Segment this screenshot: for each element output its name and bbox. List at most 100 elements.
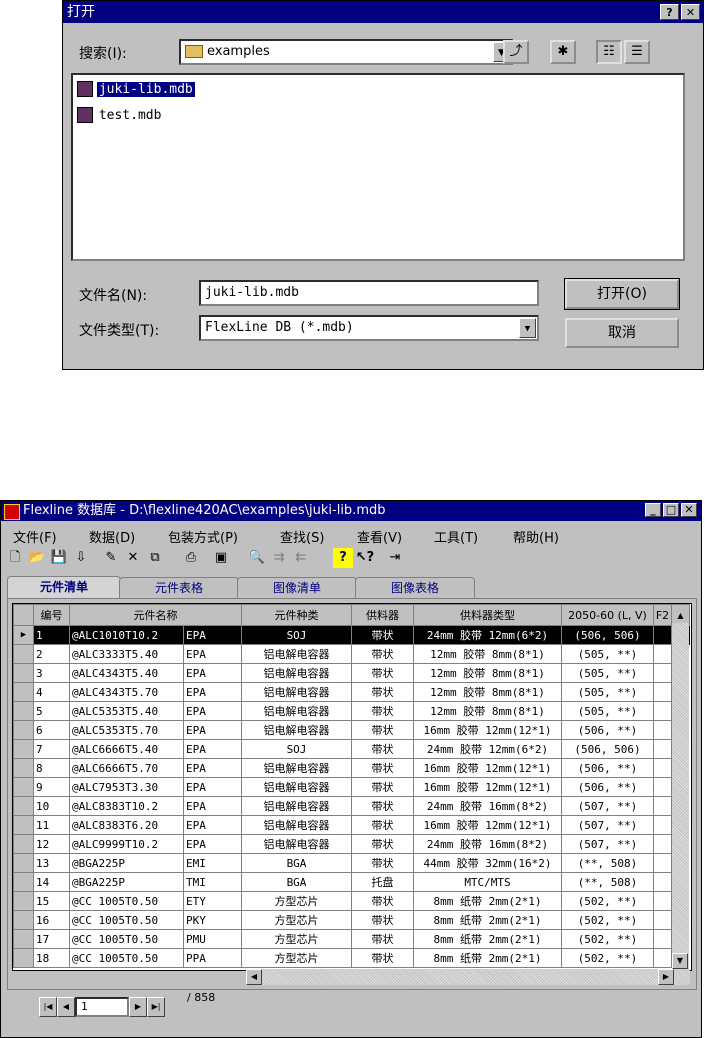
col-2050-60[interactable]: 2050-60 (L, V) [561, 604, 654, 626]
cell-feeder[interactable]: 带状 [351, 644, 414, 664]
cell-type[interactable]: 方型芯片 [241, 929, 352, 949]
col-feeder[interactable]: 供料器 [351, 604, 414, 626]
cell-f2[interactable] [653, 872, 672, 892]
table-row[interactable]: 3 @ALC4343T5.40 EPA 铝电解电容器 带状 12mm 胶带 8mm(8*1… [13, 663, 690, 683]
cell-package[interactable]: PKY [183, 910, 242, 930]
cell-f2[interactable] [653, 910, 672, 930]
cell-name[interactable]: @ALC7953T3.30 [69, 777, 184, 797]
cell-feeder[interactable]: 带状 [351, 739, 414, 759]
cell-package[interactable]: TMI [183, 872, 242, 892]
cell-package[interactable]: ETY [183, 891, 242, 911]
cell-2050-60[interactable]: (505, **) [561, 682, 654, 702]
cell-number[interactable]: 12 [33, 834, 70, 854]
cell-name[interactable]: @CC 1005T0.50 [69, 948, 184, 968]
col-name[interactable]: 元件名称 [69, 604, 242, 626]
current-row-indicator[interactable]: ▶ [13, 625, 34, 645]
cell-name[interactable]: @BGA225P [69, 853, 184, 873]
cell-feeder-type[interactable]: 16mm 胶带 12mm(12*1) [413, 758, 562, 778]
table-row[interactable]: 10 @ALC8383T10.2 EPA 铝电解电容器 带状 24mm 胶带 16mm(8… [13, 796, 690, 816]
table-row[interactable]: 18 @CC 1005T0.50 PPA 方型芯片 带状 8mm 纸带 2mm(2*1)(… [13, 948, 690, 968]
vertical-scrollbar[interactable] [672, 623, 689, 969]
row-selector[interactable] [13, 910, 34, 930]
new-folder-button[interactable]: ✱ [550, 40, 576, 64]
table-row[interactable]: 12 @ALC9999T10.2 EPA 铝电解电容器 带状 24mm 胶带 16mm(8… [13, 834, 690, 854]
table-row[interactable]: 17 @CC 1005T0.50 PMU 方型芯片 带状 8mm 纸带 2mm(2*1)(… [13, 929, 690, 949]
cell-package[interactable]: EPA [183, 663, 242, 683]
scroll-left-arrow[interactable]: ◀ [246, 969, 262, 985]
cell-package[interactable]: EPA [183, 758, 242, 778]
cell-2050-60[interactable]: (505, **) [561, 644, 654, 664]
tab-component-table[interactable]: 元件表格 [119, 577, 239, 598]
col-type[interactable]: 元件种类 [241, 604, 352, 626]
cell-name[interactable]: @CC 1005T0.50 [69, 910, 184, 930]
cell-f2[interactable] [653, 739, 672, 759]
maximize-button[interactable]: □ [663, 503, 679, 517]
table-row[interactable]: 6 @ALC5353T5.70 EPA 铝电解电容器 带状 16mm 胶带 12mm(12… [13, 720, 690, 740]
cell-type[interactable]: 方型芯片 [241, 910, 352, 930]
row-selector[interactable] [13, 796, 34, 816]
find-prev-icon[interactable]: ⇇ [291, 548, 311, 568]
cell-feeder[interactable]: 带状 [351, 682, 414, 702]
cell-feeder-type[interactable]: 12mm 胶带 8mm(8*1) [413, 701, 562, 721]
find-next-icon[interactable]: ⇉ [269, 548, 289, 568]
tab-image-list[interactable]: 图像清单 [237, 577, 357, 598]
row-selector[interactable] [13, 682, 34, 702]
save-icon[interactable]: 💾 [49, 548, 69, 568]
cell-package[interactable]: PPA [183, 948, 242, 968]
row-selector[interactable] [13, 701, 34, 721]
table-row[interactable]: 16 @CC 1005T0.50 PKY 方型芯片 带状 8mm 纸带 2mm(2*1)(… [13, 910, 690, 930]
cell-feeder-type[interactable]: 24mm 胶带 16mm(8*2) [413, 834, 562, 854]
cell-2050-60[interactable]: (507, **) [561, 834, 654, 854]
record-number-input[interactable]: 1 [75, 997, 129, 1017]
cell-feeder[interactable]: 带状 [351, 853, 414, 873]
cell-number[interactable]: 3 [33, 663, 70, 683]
col-feeder-type[interactable]: 供料器类型 [413, 604, 562, 626]
cell-name[interactable]: @BGA225P [69, 872, 184, 892]
cell-package[interactable]: PMU [183, 929, 242, 949]
cell-feeder[interactable]: 带状 [351, 625, 414, 645]
cell-number[interactable]: 17 [33, 929, 70, 949]
table-row[interactable]: 14 @BGA225P TMI BGA 托盘 MTC/MTS (**, 508) [13, 872, 690, 892]
table-row[interactable]: 11 @ALC8383T6.20 EPA 铝电解电容器 带状 16mm 胶带 12mm(1… [13, 815, 690, 835]
cell-feeder[interactable]: 带状 [351, 777, 414, 797]
cell-type[interactable]: 铝电解电容器 [241, 644, 352, 664]
cell-package[interactable]: EPA [183, 796, 242, 816]
col-f2[interactable]: F2 [653, 604, 672, 626]
cell-2050-60[interactable]: (507, **) [561, 815, 654, 835]
cell-number[interactable]: 8 [33, 758, 70, 778]
cell-feeder[interactable]: 带状 [351, 948, 414, 968]
file-item[interactable]: test.mdb [77, 107, 163, 125]
table-row[interactable]: 9 @ALC7953T3.30 EPA 铝电解电容器 带状 16mm 胶带 12mm(12… [13, 777, 690, 797]
minimize-button[interactable]: _ [645, 503, 661, 517]
cell-name[interactable]: @ALC8383T10.2 [69, 796, 184, 816]
up-folder-button[interactable]: ⤴ [503, 40, 529, 64]
cell-name[interactable]: @ALC6666T5.70 [69, 758, 184, 778]
cell-number[interactable]: 1 [33, 625, 70, 645]
cell-feeder[interactable]: 带状 [351, 815, 414, 835]
cell-number[interactable]: 13 [33, 853, 70, 873]
cell-number[interactable]: 18 [33, 948, 70, 968]
cell-feeder-type[interactable]: MTC/MTS [413, 872, 562, 892]
cell-type[interactable]: 方型芯片 [241, 948, 352, 968]
cell-feeder-type[interactable]: 8mm 纸带 2mm(2*1) [413, 910, 562, 930]
find-icon[interactable]: 🔍 [247, 548, 267, 568]
cell-feeder-type[interactable]: 16mm 胶带 12mm(12*1) [413, 777, 562, 797]
row-selector[interactable] [13, 929, 34, 949]
cell-feeder-type[interactable]: 8mm 纸带 2mm(2*1) [413, 891, 562, 911]
row-selector[interactable] [13, 739, 34, 759]
cell-feeder[interactable]: 托盘 [351, 872, 414, 892]
cell-number[interactable]: 15 [33, 891, 70, 911]
cell-2050-60[interactable]: (506, **) [561, 720, 654, 740]
new-icon[interactable]: 🗋 [5, 548, 25, 568]
file-item-selected[interactable]: juki-lib.mdb [77, 81, 195, 99]
cell-type[interactable]: 铝电解电容器 [241, 758, 352, 778]
table-row[interactable]: 2 @ALC3333T5.40 EPA 铝电解电容器 带状 12mm 胶带 8mm(8*1… [13, 644, 690, 664]
cell-f2[interactable] [653, 663, 672, 683]
cell-feeder-type[interactable]: 16mm 胶带 12mm(12*1) [413, 815, 562, 835]
cell-2050-60[interactable]: (**, 508) [561, 853, 654, 873]
cell-feeder[interactable]: 带状 [351, 663, 414, 683]
cell-feeder-type[interactable]: 44mm 胶带 32mm(16*2) [413, 853, 562, 873]
scroll-right-arrow[interactable]: ▶ [658, 969, 674, 985]
cell-feeder[interactable]: 带状 [351, 796, 414, 816]
cell-package[interactable]: EPA [183, 777, 242, 797]
